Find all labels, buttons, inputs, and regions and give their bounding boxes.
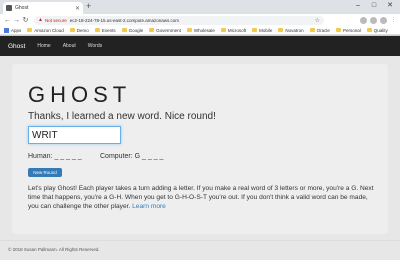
- bookmarks-bar: Apps Amazon Cloud Demo Events Google Gov…: [0, 26, 400, 35]
- status-message: Thanks, I learned a new word. Nice round…: [28, 111, 216, 122]
- folder-icon: [309, 28, 315, 32]
- human-score: Human: _ _ _ _ _: [28, 153, 82, 160]
- warning-icon: ▲: [38, 17, 43, 23]
- bookmark-folder[interactable]: Amazon Cloud: [27, 28, 64, 33]
- browser-tab[interactable]: Ghost ✕: [3, 2, 83, 14]
- game-title: GHOST: [28, 82, 132, 107]
- bookmark-folder[interactable]: Personal: [335, 28, 361, 33]
- bookmark-folder[interactable]: Microsoft: [220, 28, 246, 33]
- folder-icon: [94, 28, 100, 32]
- bookmark-folder[interactable]: Oracle: [309, 28, 330, 33]
- not-secure-label: Not secure: [44, 17, 67, 23]
- rules-paragraph: Let's play Ghost! Each player takes a tu…: [28, 184, 378, 212]
- window-controls: – □ ✕: [350, 0, 398, 12]
- game-panel: GHOST Thanks, I learned a new word. Nice…: [12, 64, 388, 234]
- new-round-button[interactable]: New Round: [28, 168, 62, 177]
- bookmark-apps[interactable]: Apps: [4, 27, 21, 33]
- nav-link-about[interactable]: About: [63, 43, 76, 49]
- rules-text: Let's play Ghost! Each player takes a tu…: [28, 185, 374, 211]
- menu-icon[interactable]: ⋮: [390, 17, 397, 24]
- bookmark-folder[interactable]: Government: [149, 28, 181, 33]
- bookmark-folder[interactable]: Quality: [366, 28, 388, 33]
- page-icon: [6, 5, 12, 11]
- browser-tabstrip: Ghost ✕ + – □ ✕: [0, 0, 400, 14]
- profile-avatar[interactable]: [380, 16, 387, 24]
- footer-divider: [0, 240, 400, 241]
- forward-icon[interactable]: →: [12, 17, 21, 24]
- computer-score: Computer: G _ _ _ _: [100, 153, 164, 160]
- folder-icon: [335, 28, 341, 32]
- folder-icon: [149, 28, 155, 32]
- extension-icons: ⋮: [360, 16, 397, 24]
- navbar-brand[interactable]: Ghost: [8, 43, 25, 50]
- close-tab-icon[interactable]: ✕: [75, 5, 80, 12]
- folder-icon: [366, 28, 372, 32]
- tab-title: Ghost: [15, 5, 29, 11]
- bookmark-folder[interactable]: Novatron: [278, 28, 304, 33]
- back-icon[interactable]: ←: [3, 17, 12, 24]
- apps-icon: [4, 27, 9, 33]
- folder-icon: [186, 28, 192, 32]
- browser-toolbar: ← → ↻ ▲ Not secure ec2-18-224-78-15.us-e…: [0, 14, 400, 26]
- nav-link-words[interactable]: Words: [88, 43, 102, 49]
- extension-icon[interactable]: [360, 16, 367, 24]
- url-text[interactable]: ec2-18-224-78-15.us-east-2.compute.amazo…: [70, 18, 315, 23]
- bookmark-star-icon[interactable]: ☆: [315, 17, 320, 24]
- page-body: GHOST Thanks, I learned a new word. Nice…: [0, 56, 400, 260]
- close-window-icon[interactable]: ✕: [382, 0, 398, 12]
- bookmark-folder[interactable]: Events: [94, 28, 116, 33]
- address-bar[interactable]: ▲ Not secure ec2-18-224-78-15.us-east-2.…: [34, 15, 324, 25]
- new-tab-button[interactable]: +: [86, 1, 91, 11]
- footer-copyright: © 2018 Susan Pallmann. All Rights Reserv…: [8, 247, 100, 252]
- bookmark-folder[interactable]: Google: [121, 28, 143, 33]
- bookmark-folder[interactable]: Demo: [69, 28, 89, 33]
- folder-icon: [69, 28, 75, 32]
- folder-icon: [220, 28, 226, 32]
- bookmark-folder[interactable]: Wholesale: [186, 28, 215, 33]
- folder-icon: [278, 28, 284, 32]
- maximize-icon[interactable]: □: [366, 0, 382, 12]
- extension-icon[interactable]: [370, 16, 377, 24]
- folder-icon: [27, 28, 33, 32]
- folder-icon: [252, 28, 258, 32]
- reload-icon[interactable]: ↻: [21, 16, 30, 24]
- learn-more-link[interactable]: Learn more: [132, 203, 166, 210]
- bookmark-folder[interactable]: Mobile: [252, 28, 272, 33]
- site-navbar: Ghost Home About Words: [0, 36, 400, 56]
- nav-link-home[interactable]: Home: [37, 43, 50, 49]
- minimize-icon[interactable]: –: [350, 0, 366, 12]
- folder-icon: [121, 28, 127, 32]
- word-input[interactable]: [28, 126, 121, 144]
